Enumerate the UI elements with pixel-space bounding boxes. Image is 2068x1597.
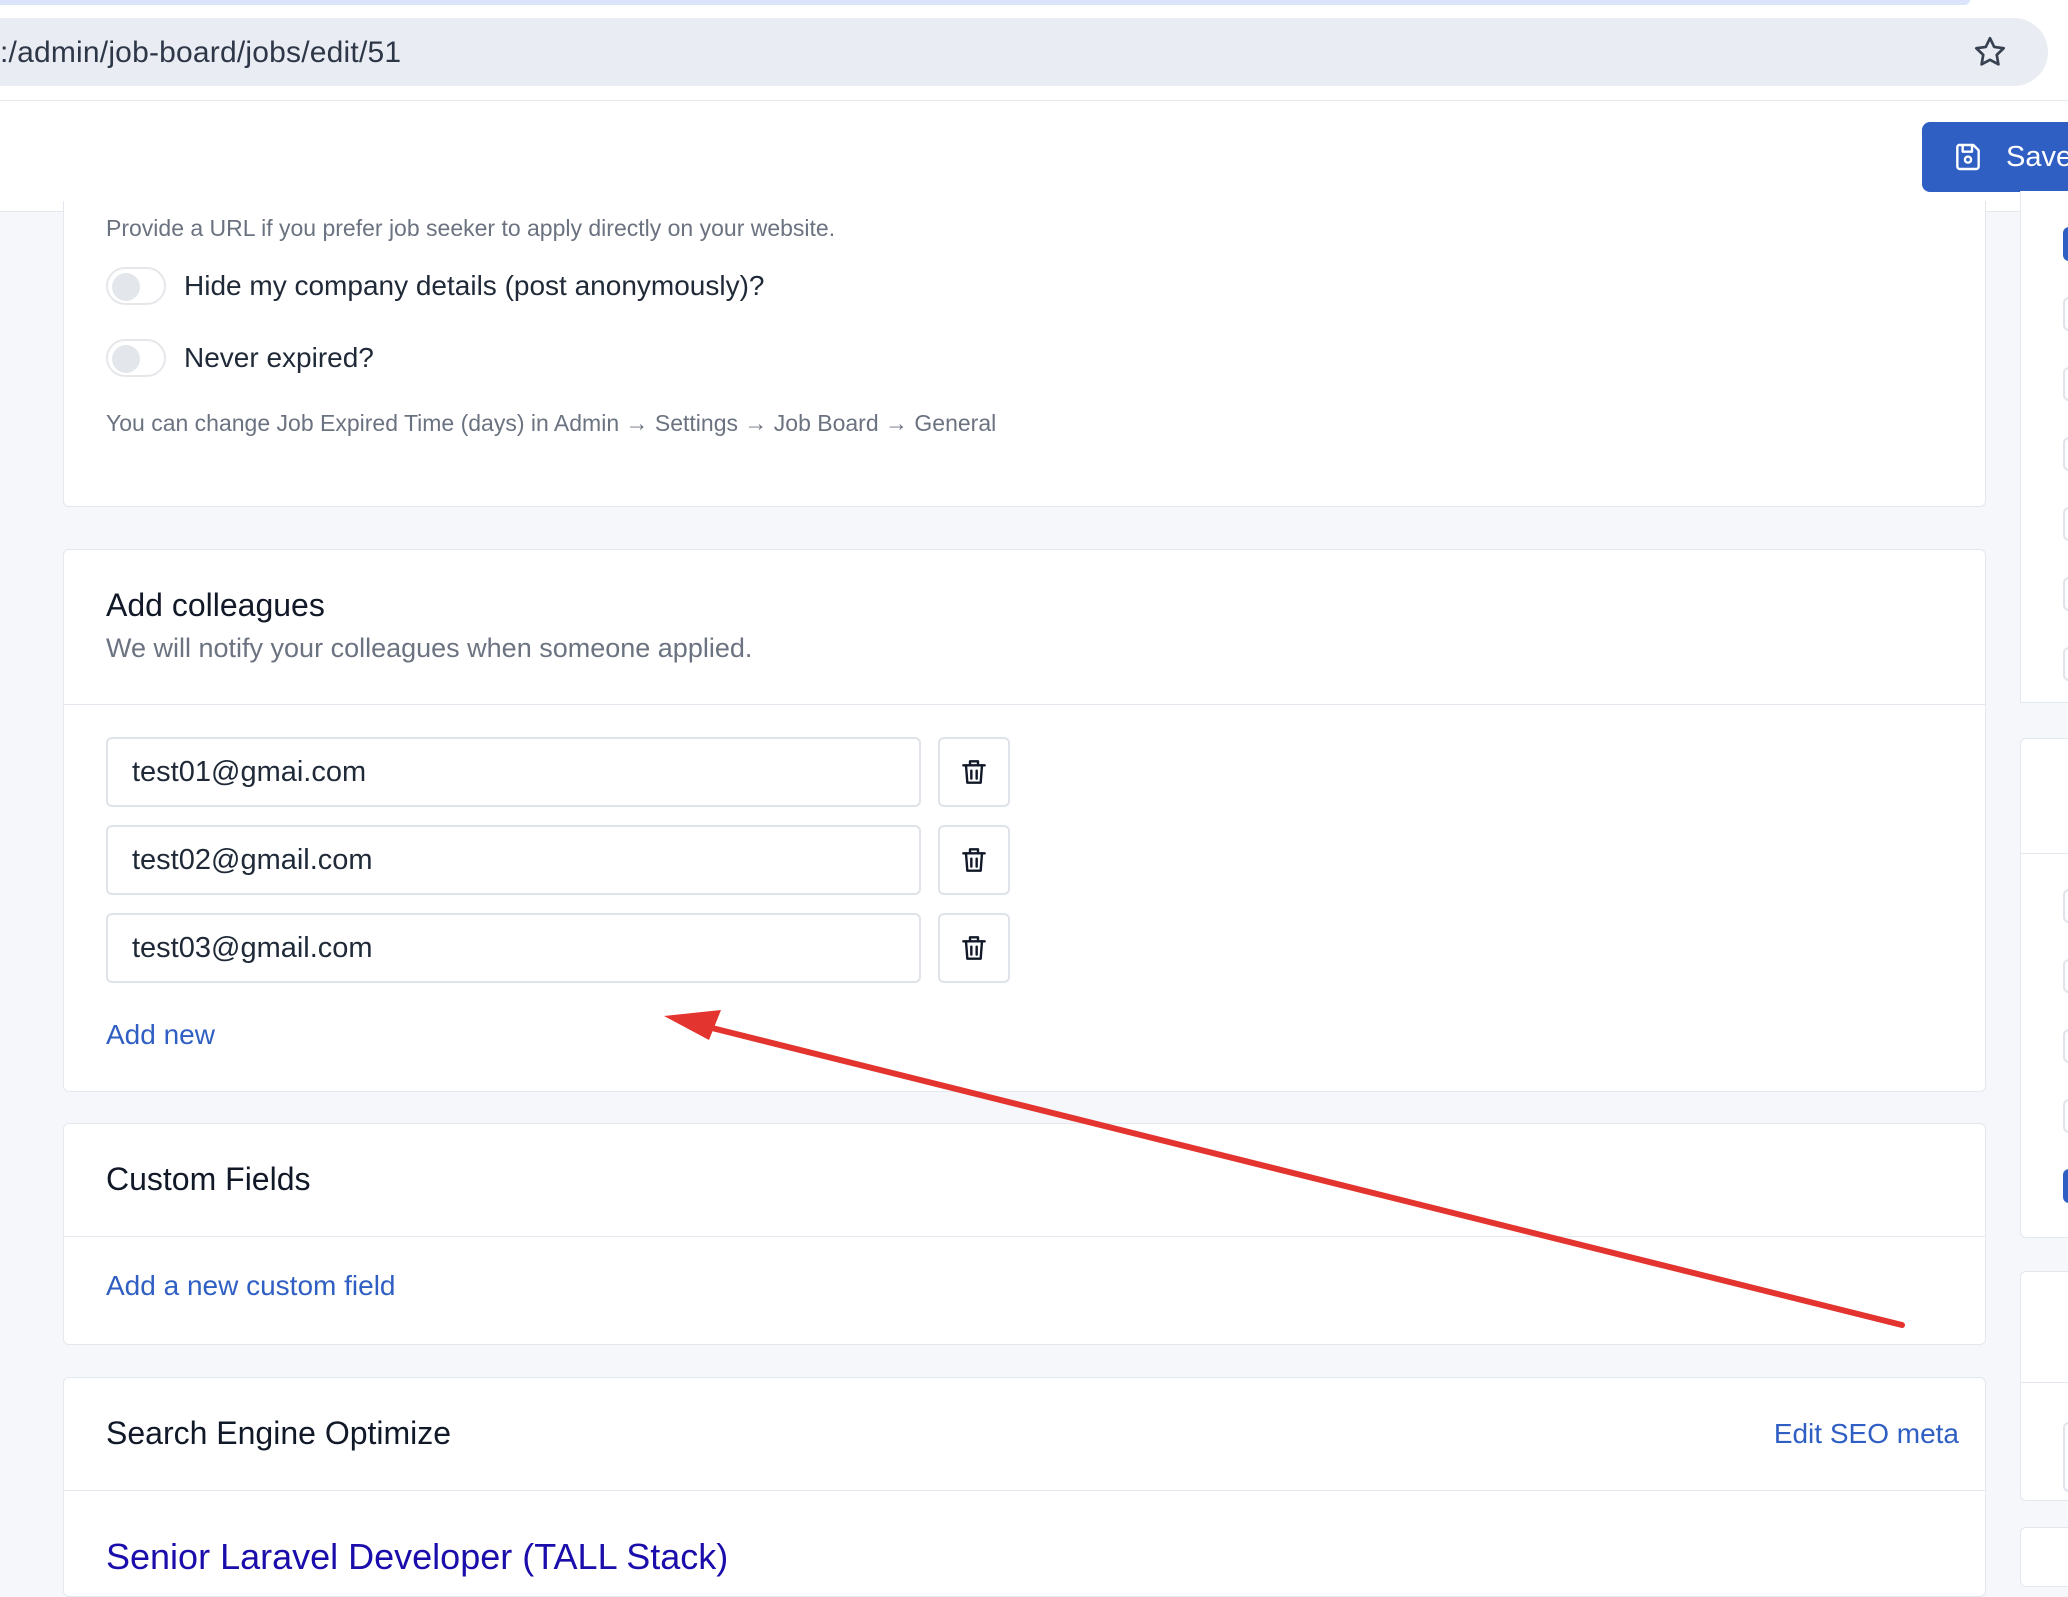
sidebar-option[interactable] — [2063, 227, 2068, 261]
seo-title: Search Engine Optimize — [106, 1415, 452, 1451]
card-divider — [2021, 1382, 2068, 1383]
sidebar-option[interactable] — [2063, 1099, 2068, 1133]
tab-strip — [0, 0, 1970, 5]
sidebar-option[interactable] — [2063, 1029, 2068, 1063]
seo-card: Search Engine Optimize Edit SEO meta Sen… — [63, 1377, 1986, 1597]
hide-company-toggle[interactable] — [106, 267, 166, 305]
never-expired-label: Never expired? — [184, 342, 374, 373]
delete-colleague-button[interactable] — [938, 825, 1010, 895]
expire-help: You can change Job Expired Time (days) i… — [106, 410, 997, 436]
sidebar-option[interactable] — [2063, 1422, 2068, 1492]
sidebar-option[interactable] — [2063, 647, 2068, 681]
custom-fields-title: Custom Fields — [106, 1161, 311, 1197]
seo-preview-title: Senior Laravel Developer (TALL Stack) — [106, 1536, 729, 1577]
card-header: Custom Fields — [64, 1124, 1985, 1237]
address-url[interactable]: :/admin/job-board/jobs/edit/51 — [0, 36, 401, 70]
colleague-email-input[interactable] — [106, 913, 921, 983]
sidebar-option[interactable] — [2063, 959, 2068, 993]
edit-seo-meta-link[interactable]: Edit SEO meta — [1774, 1418, 1959, 1450]
card-divider — [2021, 853, 2068, 854]
sidebar-option[interactable] — [2063, 367, 2068, 401]
trash-icon — [962, 760, 986, 784]
right-sidebar — [2020, 191, 2068, 1587]
browser-chrome: :/admin/job-board/jobs/edit/51 — [0, 0, 2068, 100]
sidebar-card — [2020, 738, 2068, 1238]
address-bar[interactable]: :/admin/job-board/jobs/edit/51 — [0, 18, 2048, 86]
sidebar-option[interactable] — [2063, 577, 2068, 611]
star-icon[interactable] — [1972, 34, 2008, 70]
sidebar-option[interactable] — [2063, 507, 2068, 541]
custom-fields-card: Custom Fields Add a new custom field — [63, 1123, 1986, 1345]
add-colleagues-card: Add colleagues We will notify your colle… — [63, 549, 1986, 1092]
sidebar-option[interactable] — [2063, 889, 2068, 923]
sidebar-card — [2020, 1271, 2068, 1501]
never-expired-toggle[interactable] — [106, 339, 166, 377]
floppy-disk-icon — [1956, 143, 1980, 171]
hide-company-label: Hide my company details (post anonymousl… — [184, 270, 765, 301]
add-custom-field-link[interactable]: Add a new custom field — [106, 1270, 396, 1302]
apply-url-help: Provide a URL if you prefer job seeker t… — [106, 215, 836, 241]
save-button[interactable]: Save — [1922, 122, 2068, 192]
sidebar-option[interactable] — [2063, 437, 2068, 471]
main-content: Provide a URL if you prefer job seeker t… — [0, 191, 2068, 1597]
card-header: Add colleagues We will notify your colle… — [64, 550, 1985, 705]
colleague-email-input[interactable] — [106, 825, 921, 895]
delete-colleague-button[interactable] — [938, 913, 1010, 983]
colleague-email-input[interactable] — [106, 737, 921, 807]
colleagues-title: Add colleagues — [106, 587, 325, 623]
colleagues-subtitle: We will notify your colleagues when some… — [106, 633, 753, 663]
sidebar-option[interactable] — [2063, 1169, 2068, 1203]
add-new-colleague-link[interactable]: Add new — [106, 1019, 215, 1051]
sidebar-card — [2020, 1527, 2068, 1587]
trash-icon — [962, 848, 986, 872]
trash-icon — [962, 936, 986, 960]
delete-colleague-button[interactable] — [938, 737, 1010, 807]
sidebar-card — [2020, 191, 2068, 703]
save-label: Save — [2006, 140, 2068, 173]
sidebar-option[interactable] — [2063, 297, 2068, 331]
card-header: Search Engine Optimize Edit SEO meta — [64, 1378, 1985, 1491]
page-toolbar: Save — [0, 100, 2068, 212]
hide-company-row: Hide my company details (post anonymousl… — [106, 267, 764, 305]
apply-settings-card: Provide a URL if you prefer job seeker t… — [63, 201, 1986, 507]
never-expired-row: Never expired? — [106, 339, 374, 377]
